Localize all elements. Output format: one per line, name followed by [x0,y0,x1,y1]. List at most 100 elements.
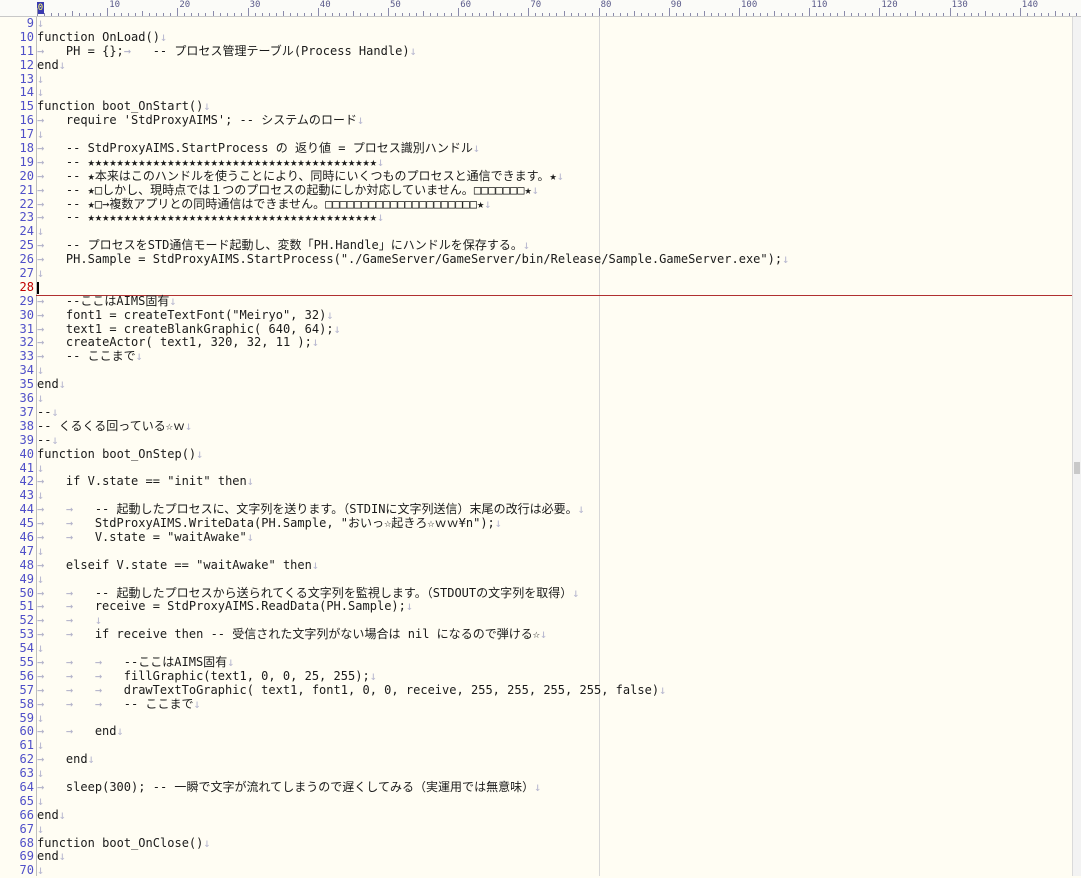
code-line[interactable]: 37 --↓ [0,404,1081,420]
ruler-tick [577,13,579,16]
code-line[interactable]: 16 → require 'StdProxyAIMS'; -- システムのロード↓ [0,113,1081,128]
code-line[interactable]: 31 → text1 = createBlankGraphic( 640, 64)… [0,322,1081,337]
code-line[interactable]: 17 ↓ [0,127,1081,142]
code-line[interactable]: 28 [0,280,1081,296]
ruler-tick [184,13,186,16]
ruler-tick [963,13,965,16]
ruler-tick [114,13,116,16]
code-editor[interactable]: 9 ↓ 10 function OnLoad()↓ 11 → PH = {};→ -- プ… [0,16,1081,878]
code-line[interactable]: 30 → font1 = createTextFont("Meiryo", 32)… [0,308,1081,323]
ruler-tick [865,13,867,16]
code-line[interactable]: 45 → → StdProxyAIMS.WriteData(PH.Sample, … [0,516,1081,531]
ruler-tick [893,13,895,16]
code-line[interactable]: 18 → -- StdProxyAIMS.StartProcess の 返り値 =… [0,141,1081,156]
code-text: ↓ [37,710,45,725]
code-text: → require 'StdProxyAIMS'; -- システムのロード↓ [37,113,365,128]
code-line[interactable]: 20 → -- ★本来はこのハンドルを使うことにより、同時にいくつものプロセスと通… [0,169,1081,184]
ruler-tick [696,13,698,16]
code-line[interactable]: 47 ↓ [0,544,1081,559]
code-line[interactable]: 26 → PH.Sample = StdProxyAIMS.StartProces… [0,252,1081,267]
code-text: --↓ [37,404,59,419]
code-line[interactable]: 49 ↓ [0,572,1081,587]
line-number: 62 [19,752,34,767]
code-line[interactable]: 13 ↓ [0,72,1081,87]
code-text: → -- StdProxyAIMS.StartProcess の 返り値 = プ… [37,141,481,156]
code-line[interactable]: 27 ↓ [0,266,1081,281]
ruler-tick [970,13,972,16]
code-line[interactable]: 59 ↓ [0,710,1081,726]
code-line[interactable]: 35 end↓ [0,377,1081,392]
ruler-tick [647,13,649,16]
code-line[interactable]: 32 → createActor( text1, 320, 32, 11 );↓ [0,336,1081,350]
code-line[interactable]: 42 → if V.state == "init" then↓ [0,474,1081,489]
code-line[interactable]: 68 function boot_OnClose()↓ [0,836,1081,851]
code-line[interactable]: 64 → sleep(300); -- 一瞬で文字が流れてしまうので遅くしてみる（… [0,780,1081,795]
code-line[interactable]: 36 ↓ [0,391,1081,406]
code-line[interactable]: 54 ↓ [0,641,1081,656]
code-line[interactable]: 50 → → -- 起動したプロセスから送られてくる文字列を監視します。（STDO… [0,586,1081,601]
code-line[interactable]: 53 → → if receive then -- 受信された文字列がない場合は … [0,627,1081,642]
code-line[interactable]: 29 → --ここはAIMS固有↓ [0,294,1081,309]
ruler-tick [402,13,404,16]
code-line[interactable]: 21 → -- ★□しかし、現時点では１つのプロセスの起動にしか対応していません。… [0,183,1081,198]
code-text: ↓ [37,16,45,30]
code-line[interactable]: 46 → → V.state = "waitAwake"↓ [0,529,1081,545]
code-line[interactable]: 19 → -- ★★★★★★★★★★★★★★★★★★★★★★★★★★★★★★★★★… [0,154,1081,170]
scrollbar-thumb[interactable] [1074,462,1080,474]
ruler-tick [226,13,228,16]
code-line[interactable]: 56 → → → fillGraphic(text1, 0, 0, 25, 255… [0,669,1081,684]
line-number: 32 [19,335,34,350]
line-number: 46 [19,529,34,544]
ruler-tick [781,13,783,16]
ruler-tick [275,13,277,16]
ruler-tick [984,11,986,16]
ruler-tick [240,13,242,16]
code-line[interactable]: 58 → → → -- ここまで↓ [0,697,1081,712]
ruler-tick [79,13,81,16]
code-text: function OnLoad()↓ [37,29,168,44]
ruler-tick [289,13,291,16]
code-line[interactable]: 25 → -- プロセスをSTD通信モード起動し、変数「PH.Handle」にハン… [0,238,1081,253]
ruler-tick [170,13,172,16]
code-line[interactable]: 55 → → → --ここはAIMS固有↓ [0,654,1081,670]
ruler-tick [942,13,944,16]
code-line[interactable]: 14 ↓ [0,86,1081,100]
code-line[interactable]: 33 → -- ここまで↓ [0,349,1081,364]
code-line[interactable]: 40 function boot_OnStep()↓ [0,447,1081,462]
line-number: 25 [19,238,34,253]
code-text: → -- ★★★★★★★★★★★★★★★★★★★★★★★★★★★★★★★★★★★… [37,154,385,169]
code-line[interactable]: 69 end↓ [0,849,1081,864]
code-line[interactable]: 34 ↓ [0,363,1081,378]
code-line[interactable]: 67 ↓ [0,822,1081,837]
code-line[interactable]: 63 ↓ [0,766,1081,781]
ruler-label: 60 [460,0,472,10]
ruler-label: 120 [881,0,898,10]
code-line[interactable]: 61 ↓ [0,738,1081,753]
code-line[interactable]: 66 end↓ [0,808,1081,823]
code-line[interactable]: 48 → elseif V.state == "waitAwake" then↓ [0,558,1081,573]
ruler-label: 80 [600,0,612,10]
code-line[interactable]: 65 ↓ [0,794,1081,809]
code-line[interactable]: 60 → → end↓ [0,724,1081,739]
code-line[interactable]: 51 → → receive = StdProxyAIMS.ReadData(PH… [0,599,1081,614]
code-line[interactable]: 11 → PH = {};→ -- プロセス管理テーブル(Process Hand… [0,44,1081,59]
code-line[interactable]: 39 --↓ [0,433,1081,448]
code-line[interactable]: 38 -- くるくる回っている☆ｗ↓ [0,419,1081,434]
code-line[interactable]: 44 → → -- 起動したプロセスに、文字列を送ります。（STDINに文字列送信… [0,502,1081,517]
code-line[interactable]: 9 ↓ [0,16,1081,31]
ruler-tick [1075,13,1077,16]
ruler-tick [675,13,677,16]
ruler-tick [542,13,544,16]
ruler-tick [802,13,804,16]
line-number: 55 [19,654,34,669]
code-line[interactable]: 62 → end↓ [0,752,1081,767]
code-line[interactable]: 12 end↓ [0,58,1081,73]
code-line[interactable]: 41 ↓ [0,461,1081,476]
line-number: 37 [19,404,34,419]
code-line[interactable]: 57 → → → drawTextToGraphic( text1, font1,… [0,683,1081,698]
code-line[interactable]: 15 function boot_OnStart()↓ [0,99,1081,114]
code-line[interactable]: 10 function OnLoad()↓ [0,29,1081,45]
vertical-scrollbar[interactable] [1072,17,1081,876]
code-line[interactable]: 23 → -- ★★★★★★★★★★★★★★★★★★★★★★★★★★★★★★★★★… [0,211,1081,225]
code-line[interactable]: 22 → -- ★□→複数アプリとの同時通信はできません。□□□□□□□□□□□□… [0,197,1081,212]
